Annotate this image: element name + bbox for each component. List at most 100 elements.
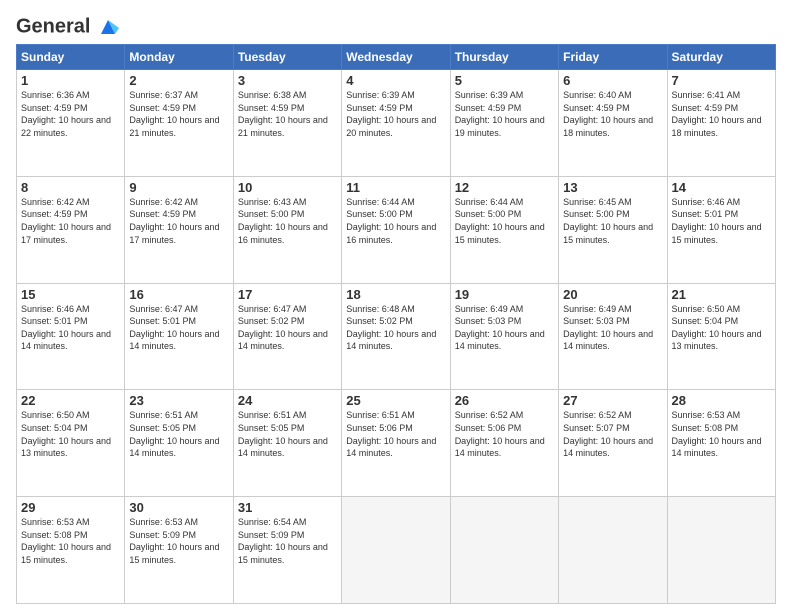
day-info: Sunrise: 6:53 AM Sunset: 5:08 PM Dayligh… <box>672 409 771 459</box>
table-row: 30 Sunrise: 6:53 AM Sunset: 5:09 PM Dayl… <box>125 497 233 604</box>
table-row: 23 Sunrise: 6:51 AM Sunset: 5:05 PM Dayl… <box>125 390 233 497</box>
day-number: 1 <box>21 73 120 88</box>
day-number: 19 <box>455 287 554 302</box>
day-info: Sunrise: 6:45 AM Sunset: 5:00 PM Dayligh… <box>563 196 662 246</box>
day-info: Sunrise: 6:47 AM Sunset: 5:01 PM Dayligh… <box>129 303 228 353</box>
table-row: 15 Sunrise: 6:46 AM Sunset: 5:01 PM Dayl… <box>17 283 125 390</box>
day-info: Sunrise: 6:47 AM Sunset: 5:02 PM Dayligh… <box>238 303 337 353</box>
table-row: 9 Sunrise: 6:42 AM Sunset: 4:59 PM Dayli… <box>125 176 233 283</box>
table-row: 27 Sunrise: 6:52 AM Sunset: 5:07 PM Dayl… <box>559 390 667 497</box>
day-info: Sunrise: 6:42 AM Sunset: 4:59 PM Dayligh… <box>129 196 228 246</box>
table-row: 13 Sunrise: 6:45 AM Sunset: 5:00 PM Dayl… <box>559 176 667 283</box>
day-number: 23 <box>129 393 228 408</box>
calendar-week-2: 8 Sunrise: 6:42 AM Sunset: 4:59 PM Dayli… <box>17 176 776 283</box>
table-row: 1 Sunrise: 6:36 AM Sunset: 4:59 PM Dayli… <box>17 70 125 177</box>
day-info: Sunrise: 6:46 AM Sunset: 5:01 PM Dayligh… <box>672 196 771 246</box>
day-number: 29 <box>21 500 120 515</box>
day-number: 5 <box>455 73 554 88</box>
table-row: 29 Sunrise: 6:53 AM Sunset: 5:08 PM Dayl… <box>17 497 125 604</box>
weekday-monday: Monday <box>125 45 233 70</box>
table-row: 26 Sunrise: 6:52 AM Sunset: 5:06 PM Dayl… <box>450 390 558 497</box>
weekday-thursday: Thursday <box>450 45 558 70</box>
table-row: 11 Sunrise: 6:44 AM Sunset: 5:00 PM Dayl… <box>342 176 450 283</box>
table-row: 16 Sunrise: 6:47 AM Sunset: 5:01 PM Dayl… <box>125 283 233 390</box>
day-number: 11 <box>346 180 445 195</box>
table-row: 4 Sunrise: 6:39 AM Sunset: 4:59 PM Dayli… <box>342 70 450 177</box>
table-row: 18 Sunrise: 6:48 AM Sunset: 5:02 PM Dayl… <box>342 283 450 390</box>
day-info: Sunrise: 6:53 AM Sunset: 5:08 PM Dayligh… <box>21 516 120 566</box>
calendar-table: SundayMondayTuesdayWednesdayThursdayFrid… <box>16 44 776 604</box>
day-number: 10 <box>238 180 337 195</box>
day-info: Sunrise: 6:53 AM Sunset: 5:09 PM Dayligh… <box>129 516 228 566</box>
day-number: 4 <box>346 73 445 88</box>
day-info: Sunrise: 6:44 AM Sunset: 5:00 PM Dayligh… <box>346 196 445 246</box>
day-info: Sunrise: 6:37 AM Sunset: 4:59 PM Dayligh… <box>129 89 228 139</box>
logo: General <box>16 16 119 36</box>
day-info: Sunrise: 6:51 AM Sunset: 5:05 PM Dayligh… <box>238 409 337 459</box>
table-row: 3 Sunrise: 6:38 AM Sunset: 4:59 PM Dayli… <box>233 70 341 177</box>
day-number: 2 <box>129 73 228 88</box>
calendar-week-1: 1 Sunrise: 6:36 AM Sunset: 4:59 PM Dayli… <box>17 70 776 177</box>
day-number: 16 <box>129 287 228 302</box>
day-number: 20 <box>563 287 662 302</box>
day-number: 7 <box>672 73 771 88</box>
day-number: 18 <box>346 287 445 302</box>
table-row: 7 Sunrise: 6:41 AM Sunset: 4:59 PM Dayli… <box>667 70 775 177</box>
day-info: Sunrise: 6:41 AM Sunset: 4:59 PM Dayligh… <box>672 89 771 139</box>
logo-general: General <box>16 15 90 37</box>
day-number: 8 <box>21 180 120 195</box>
day-number: 15 <box>21 287 120 302</box>
day-number: 17 <box>238 287 337 302</box>
day-number: 25 <box>346 393 445 408</box>
day-info: Sunrise: 6:51 AM Sunset: 5:05 PM Dayligh… <box>129 409 228 459</box>
calendar-week-3: 15 Sunrise: 6:46 AM Sunset: 5:01 PM Dayl… <box>17 283 776 390</box>
weekday-sunday: Sunday <box>17 45 125 70</box>
table-row <box>559 497 667 604</box>
table-row: 28 Sunrise: 6:53 AM Sunset: 5:08 PM Dayl… <box>667 390 775 497</box>
table-row <box>667 497 775 604</box>
table-row: 22 Sunrise: 6:50 AM Sunset: 5:04 PM Dayl… <box>17 390 125 497</box>
day-info: Sunrise: 6:42 AM Sunset: 4:59 PM Dayligh… <box>21 196 120 246</box>
table-row <box>342 497 450 604</box>
day-info: Sunrise: 6:40 AM Sunset: 4:59 PM Dayligh… <box>563 89 662 139</box>
weekday-wednesday: Wednesday <box>342 45 450 70</box>
day-info: Sunrise: 6:54 AM Sunset: 5:09 PM Dayligh… <box>238 516 337 566</box>
calendar-week-5: 29 Sunrise: 6:53 AM Sunset: 5:08 PM Dayl… <box>17 497 776 604</box>
table-row: 25 Sunrise: 6:51 AM Sunset: 5:06 PM Dayl… <box>342 390 450 497</box>
header: General <box>16 16 776 36</box>
weekday-header-row: SundayMondayTuesdayWednesdayThursdayFrid… <box>17 45 776 70</box>
day-info: Sunrise: 6:39 AM Sunset: 4:59 PM Dayligh… <box>455 89 554 139</box>
table-row: 10 Sunrise: 6:43 AM Sunset: 5:00 PM Dayl… <box>233 176 341 283</box>
day-info: Sunrise: 6:44 AM Sunset: 5:00 PM Dayligh… <box>455 196 554 246</box>
day-number: 6 <box>563 73 662 88</box>
calendar-week-4: 22 Sunrise: 6:50 AM Sunset: 5:04 PM Dayl… <box>17 390 776 497</box>
day-number: 26 <box>455 393 554 408</box>
day-number: 30 <box>129 500 228 515</box>
day-number: 27 <box>563 393 662 408</box>
day-number: 13 <box>563 180 662 195</box>
table-row: 6 Sunrise: 6:40 AM Sunset: 4:59 PM Dayli… <box>559 70 667 177</box>
day-info: Sunrise: 6:52 AM Sunset: 5:06 PM Dayligh… <box>455 409 554 459</box>
table-row: 21 Sunrise: 6:50 AM Sunset: 5:04 PM Dayl… <box>667 283 775 390</box>
weekday-tuesday: Tuesday <box>233 45 341 70</box>
day-number: 9 <box>129 180 228 195</box>
day-info: Sunrise: 6:38 AM Sunset: 4:59 PM Dayligh… <box>238 89 337 139</box>
table-row: 24 Sunrise: 6:51 AM Sunset: 5:05 PM Dayl… <box>233 390 341 497</box>
logo-icon <box>97 16 119 38</box>
day-info: Sunrise: 6:49 AM Sunset: 5:03 PM Dayligh… <box>455 303 554 353</box>
table-row: 5 Sunrise: 6:39 AM Sunset: 4:59 PM Dayli… <box>450 70 558 177</box>
day-number: 28 <box>672 393 771 408</box>
table-row: 14 Sunrise: 6:46 AM Sunset: 5:01 PM Dayl… <box>667 176 775 283</box>
day-info: Sunrise: 6:48 AM Sunset: 5:02 PM Dayligh… <box>346 303 445 353</box>
day-number: 14 <box>672 180 771 195</box>
day-info: Sunrise: 6:52 AM Sunset: 5:07 PM Dayligh… <box>563 409 662 459</box>
day-info: Sunrise: 6:46 AM Sunset: 5:01 PM Dayligh… <box>21 303 120 353</box>
table-row: 12 Sunrise: 6:44 AM Sunset: 5:00 PM Dayl… <box>450 176 558 283</box>
day-number: 31 <box>238 500 337 515</box>
main-container: General SundayMondayTuesdayWednesdayThur… <box>0 0 792 612</box>
day-info: Sunrise: 6:51 AM Sunset: 5:06 PM Dayligh… <box>346 409 445 459</box>
day-info: Sunrise: 6:36 AM Sunset: 4:59 PM Dayligh… <box>21 89 120 139</box>
day-info: Sunrise: 6:39 AM Sunset: 4:59 PM Dayligh… <box>346 89 445 139</box>
day-number: 21 <box>672 287 771 302</box>
table-row: 20 Sunrise: 6:49 AM Sunset: 5:03 PM Dayl… <box>559 283 667 390</box>
